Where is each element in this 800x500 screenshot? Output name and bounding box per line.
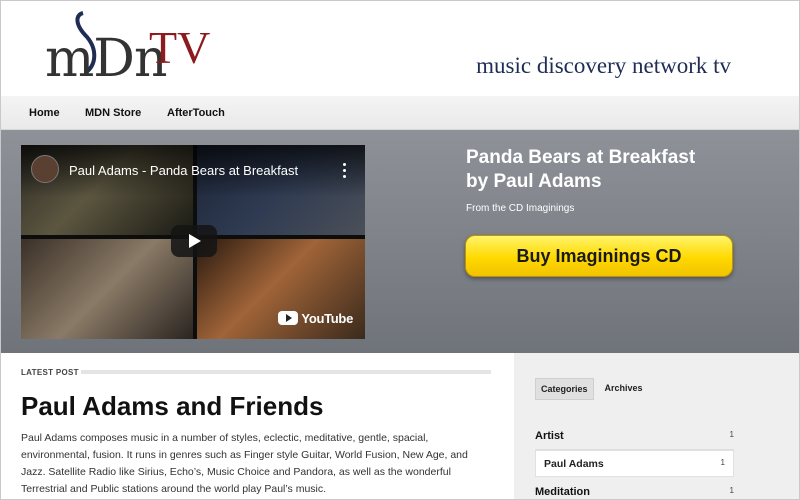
category-label: Artist: [535, 430, 564, 442]
nav-item-aftertouch[interactable]: AfterTouch: [167, 107, 225, 119]
logo-tv-text: TV: [149, 22, 211, 73]
section-label: LATEST POST: [21, 368, 79, 377]
category-label: Meditation: [535, 486, 590, 498]
hero-title-line1: Panda Bears at Breakfast: [466, 147, 696, 168]
category-paul-adams[interactable]: Paul Adams 1: [535, 450, 734, 477]
hero-band: Paul Adams - Panda Bears at Breakfast Yo…: [1, 130, 799, 353]
main-content: LATEST POST Paul Adams and Friends Paul …: [1, 353, 514, 499]
hero-title-line2: by Paul Adams: [466, 171, 602, 192]
nav-item-home[interactable]: Home: [29, 107, 60, 119]
video-title[interactable]: Paul Adams - Panda Bears at Breakfast: [69, 163, 298, 178]
sidebar-tabs: Categories Archives: [535, 378, 654, 400]
category-artist[interactable]: Artist 1: [535, 423, 734, 450]
buy-cd-button[interactable]: Buy Imaginings CD: [465, 235, 733, 277]
site-header: mDn TV music discovery network tv: [1, 1, 799, 96]
section-divider: [81, 370, 491, 374]
youtube-play-box-icon: [278, 311, 299, 325]
page-frame: mDn TV music discovery network tv Home M…: [0, 0, 800, 500]
kebab-menu-icon[interactable]: [343, 163, 347, 179]
site-tagline: music discovery network tv: [476, 53, 731, 78]
youtube-wordmark: YouTube: [301, 310, 353, 326]
hero-subtitle: From the CD Imaginings: [466, 203, 575, 214]
sidebar: Categories Archives Artist 1 Paul Adams …: [514, 353, 799, 499]
category-count: 1: [729, 486, 734, 495]
category-label: Paul Adams: [544, 458, 604, 470]
tab-archives[interactable]: Archives: [600, 378, 648, 400]
main-nav: Home MDN Store AfterTouch: [1, 96, 799, 130]
play-icon[interactable]: [171, 225, 217, 257]
post-title[interactable]: Paul Adams and Friends: [21, 391, 323, 422]
category-meditation[interactable]: Meditation 1: [535, 479, 734, 499]
category-count: 1: [729, 430, 734, 439]
category-count: 1: [720, 458, 725, 467]
video-frame-trumpeter: [21, 239, 193, 339]
youtube-logo-icon[interactable]: YouTube: [278, 309, 353, 327]
post-body: Paul Adams composes music in a number of…: [21, 432, 468, 495]
nav-item-mdn-store[interactable]: MDN Store: [85, 107, 141, 119]
site-logo[interactable]: mDn TV: [45, 9, 210, 89]
hero-title: Panda Bears at Breakfast by Paul Adams: [466, 146, 786, 194]
video-embed[interactable]: Paul Adams - Panda Bears at Breakfast Yo…: [21, 145, 365, 339]
channel-avatar[interactable]: [31, 155, 59, 183]
tab-categories[interactable]: Categories: [535, 378, 594, 400]
